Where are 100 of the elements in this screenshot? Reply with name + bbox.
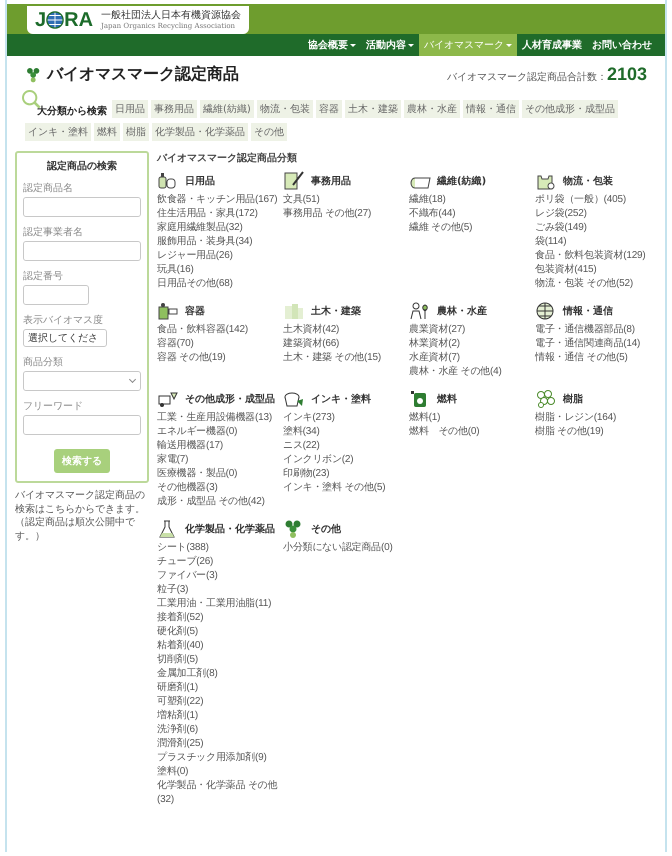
subcategory-link[interactable]: 食品・飲料包装資材(129) — [535, 249, 646, 263]
subcategory-link[interactable]: 研磨剤(1) — [157, 681, 198, 695]
subcategory-link[interactable]: 塗料(34) — [283, 425, 320, 439]
subcategory-link[interactable]: 燃料(1) — [409, 411, 440, 425]
category-link[interactable]: 燃料 — [94, 123, 120, 141]
subcategory-link[interactable]: 建築資材(66) — [283, 337, 340, 351]
subcategory-link[interactable]: 食品・飲料容器(142) — [157, 323, 248, 337]
subcategory-link[interactable]: 電子・通信機器部品(8) — [535, 323, 635, 337]
subcategory-link[interactable]: 農林・水産 その他(4) — [409, 365, 502, 379]
category-link[interactable]: 事務用品 — [151, 100, 197, 118]
subcategory-link[interactable]: 粘着剤(40) — [157, 639, 204, 653]
category-link[interactable]: 樹脂 — [123, 123, 149, 141]
subcategory-link[interactable]: 洗浄剤(6) — [157, 723, 198, 737]
subcategory-link[interactable]: 燃料 その他(0) — [409, 425, 480, 439]
field-label: フリーワード — [23, 400, 84, 413]
subcategory-link[interactable]: 林業資材(2) — [409, 337, 460, 351]
subcategory-link[interactable]: 繊維(18) — [409, 193, 446, 207]
nav-link[interactable]: お問い合わせ — [587, 34, 657, 56]
picker-field[interactable]: 選択してくださ — [23, 329, 107, 347]
subcategory-link[interactable]: 玩具(16) — [157, 263, 194, 277]
subcategory-link[interactable]: 医療機器・製品(0) — [157, 467, 238, 481]
subcategory-link[interactable]: 小分類にない認定商品(0) — [283, 541, 393, 555]
org-name: 一般社団法人日本有機資源協会 — [101, 10, 242, 22]
subcategory-link[interactable]: ファイバー(3) — [157, 569, 218, 583]
subcategory-link[interactable]: 電子・通信関連商品(14) — [535, 337, 640, 351]
subcategory-link[interactable]: 包装資材(415) — [535, 263, 597, 277]
subcategory-link[interactable]: 増粘剤(1) — [157, 709, 198, 723]
category-link[interactable]: インキ・塗料 — [25, 123, 91, 141]
subcategory-link[interactable]: 粒子(3) — [157, 583, 188, 597]
input-field[interactable] — [23, 415, 141, 435]
category-title: その他成形・成型品 — [185, 392, 275, 406]
subcategory-link[interactable]: 物流・包装 その他(52) — [535, 277, 633, 291]
subcategory-link[interactable]: 樹脂 その他(19) — [535, 425, 604, 439]
subcategory-link[interactable]: ニス(22) — [283, 439, 320, 453]
input-field[interactable] — [23, 197, 141, 217]
subcategory-link[interactable]: 輸送用機器(17) — [157, 439, 223, 453]
subcategory-link[interactable]: 工業・生産用設備機器(13) — [157, 411, 272, 425]
subcategory-link[interactable]: ポリ袋（一般）(405) — [535, 193, 626, 207]
subcategory-link[interactable]: 化学製品・化学薬品 その他(32) — [157, 779, 279, 807]
subcategory-link[interactable]: 服飾用品・装身具(34) — [157, 235, 252, 249]
category-title: 物流・包装 — [563, 174, 613, 188]
subcategory-link[interactable]: 工業用油・工業用油脂(11) — [157, 597, 272, 611]
dropdown-field[interactable] — [23, 371, 141, 391]
subcategory-link[interactable]: 樹脂・レジン(164) — [535, 411, 616, 425]
subcategory-link[interactable]: 成形・成型品 その他(42) — [157, 495, 265, 509]
subcategory-link[interactable]: 不織布(44) — [409, 207, 456, 221]
subcategory-link[interactable]: 繊維 その他(5) — [409, 221, 472, 235]
subcategory-link[interactable]: 切削剤(5) — [157, 653, 198, 667]
category-link[interactable]: 繊維(紡織) — [200, 100, 254, 118]
subcategory-link[interactable]: レジ袋(252) — [535, 207, 587, 221]
subcategory-link[interactable]: 事務用品 その他(27) — [283, 207, 372, 221]
subcategory-link[interactable]: 容器 その他(19) — [157, 351, 226, 365]
subcategory-link[interactable]: インキ(273) — [283, 411, 335, 425]
subcategory-link[interactable]: 情報・通信 その他(5) — [535, 351, 628, 365]
category-link[interactable]: 情報・通信 — [462, 100, 519, 118]
subcategory-link[interactable]: 潤滑剤(25) — [157, 737, 204, 751]
subcategory-link[interactable]: 家庭用繊維製品(32) — [157, 221, 243, 235]
subcategory-link[interactable]: 土木資材(42) — [283, 323, 340, 337]
subcategory-link[interactable]: 水産資材(7) — [409, 351, 460, 365]
subcategory-link[interactable]: 土木・建築 その他(15) — [283, 351, 381, 365]
subcategory-link[interactable]: インキ・塗料 その他(5) — [283, 481, 386, 495]
subcategory-link[interactable]: エネルギー機器(0) — [157, 425, 238, 439]
category-link[interactable]: その他 — [251, 123, 287, 141]
nav-link[interactable]: 活動内容 — [361, 34, 419, 56]
total-label: バイオマスマーク認定商品合計数： — [446, 70, 607, 84]
subcategory-link[interactable]: 農業資材(27) — [409, 323, 466, 337]
subcategory-link[interactable]: ごみ袋(149) — [535, 221, 587, 235]
subcategory-link[interactable]: 住生活用品・家具(172) — [157, 207, 258, 221]
category-link[interactable]: 農林・水産 — [404, 100, 460, 118]
subcategory-link[interactable]: インクリボン(2) — [283, 453, 354, 467]
subcategory-link[interactable]: 日用品その他(68) — [157, 277, 233, 291]
subcategory-link[interactable]: 接着剤(52) — [157, 611, 204, 625]
subcategory-link[interactable]: 文具(51) — [283, 193, 320, 207]
category-link[interactable]: 化学製品・化学薬品 — [152, 123, 248, 141]
subcategory-link[interactable]: シート(388) — [157, 541, 209, 555]
category-link[interactable]: 日用品 — [112, 100, 148, 118]
subcategory-link[interactable]: レジャー用品(26) — [157, 249, 233, 263]
category-search-label: 大分類から検索 — [37, 106, 107, 117]
field-label: 表示バイオマス度 — [23, 314, 104, 327]
subcategory-link[interactable]: 硬化剤(5) — [157, 625, 198, 639]
input-field[interactable] — [23, 285, 89, 305]
subcategory-link[interactable]: 金属加工剤(8) — [157, 667, 218, 681]
subcategory-link[interactable]: プラスチック用添加剤(9) — [157, 751, 267, 765]
category-link[interactable]: 物流・包装 — [256, 100, 313, 118]
category-link[interactable]: 容器 — [316, 100, 342, 118]
nav-link[interactable]: 人材育成事業 — [517, 34, 587, 56]
subcategory-link[interactable]: 塗料(0) — [157, 765, 188, 779]
subcategory-link[interactable]: チューブ(26) — [157, 555, 214, 569]
subcategory-link[interactable]: 家電(7) — [157, 453, 188, 467]
category-link[interactable]: その他成形・成型品 — [522, 100, 618, 118]
subcategory-link[interactable]: 可塑剤(22) — [157, 695, 204, 709]
subcategory-link[interactable]: 容器(70) — [157, 337, 194, 351]
subcategory-link[interactable]: その他機器(3) — [157, 481, 218, 495]
category-link[interactable]: 土木・建築 — [344, 100, 401, 118]
subcategory-link[interactable]: 印刷物(23) — [283, 467, 330, 481]
subcategory-link[interactable]: 飲食器・キッチン用品(167) — [157, 193, 278, 207]
nav-link[interactable]: 協会概要 — [303, 34, 361, 56]
subcategory-link[interactable]: 袋(114) — [535, 235, 566, 249]
input-field[interactable] — [23, 241, 141, 261]
category-title: 容器 — [185, 304, 205, 318]
